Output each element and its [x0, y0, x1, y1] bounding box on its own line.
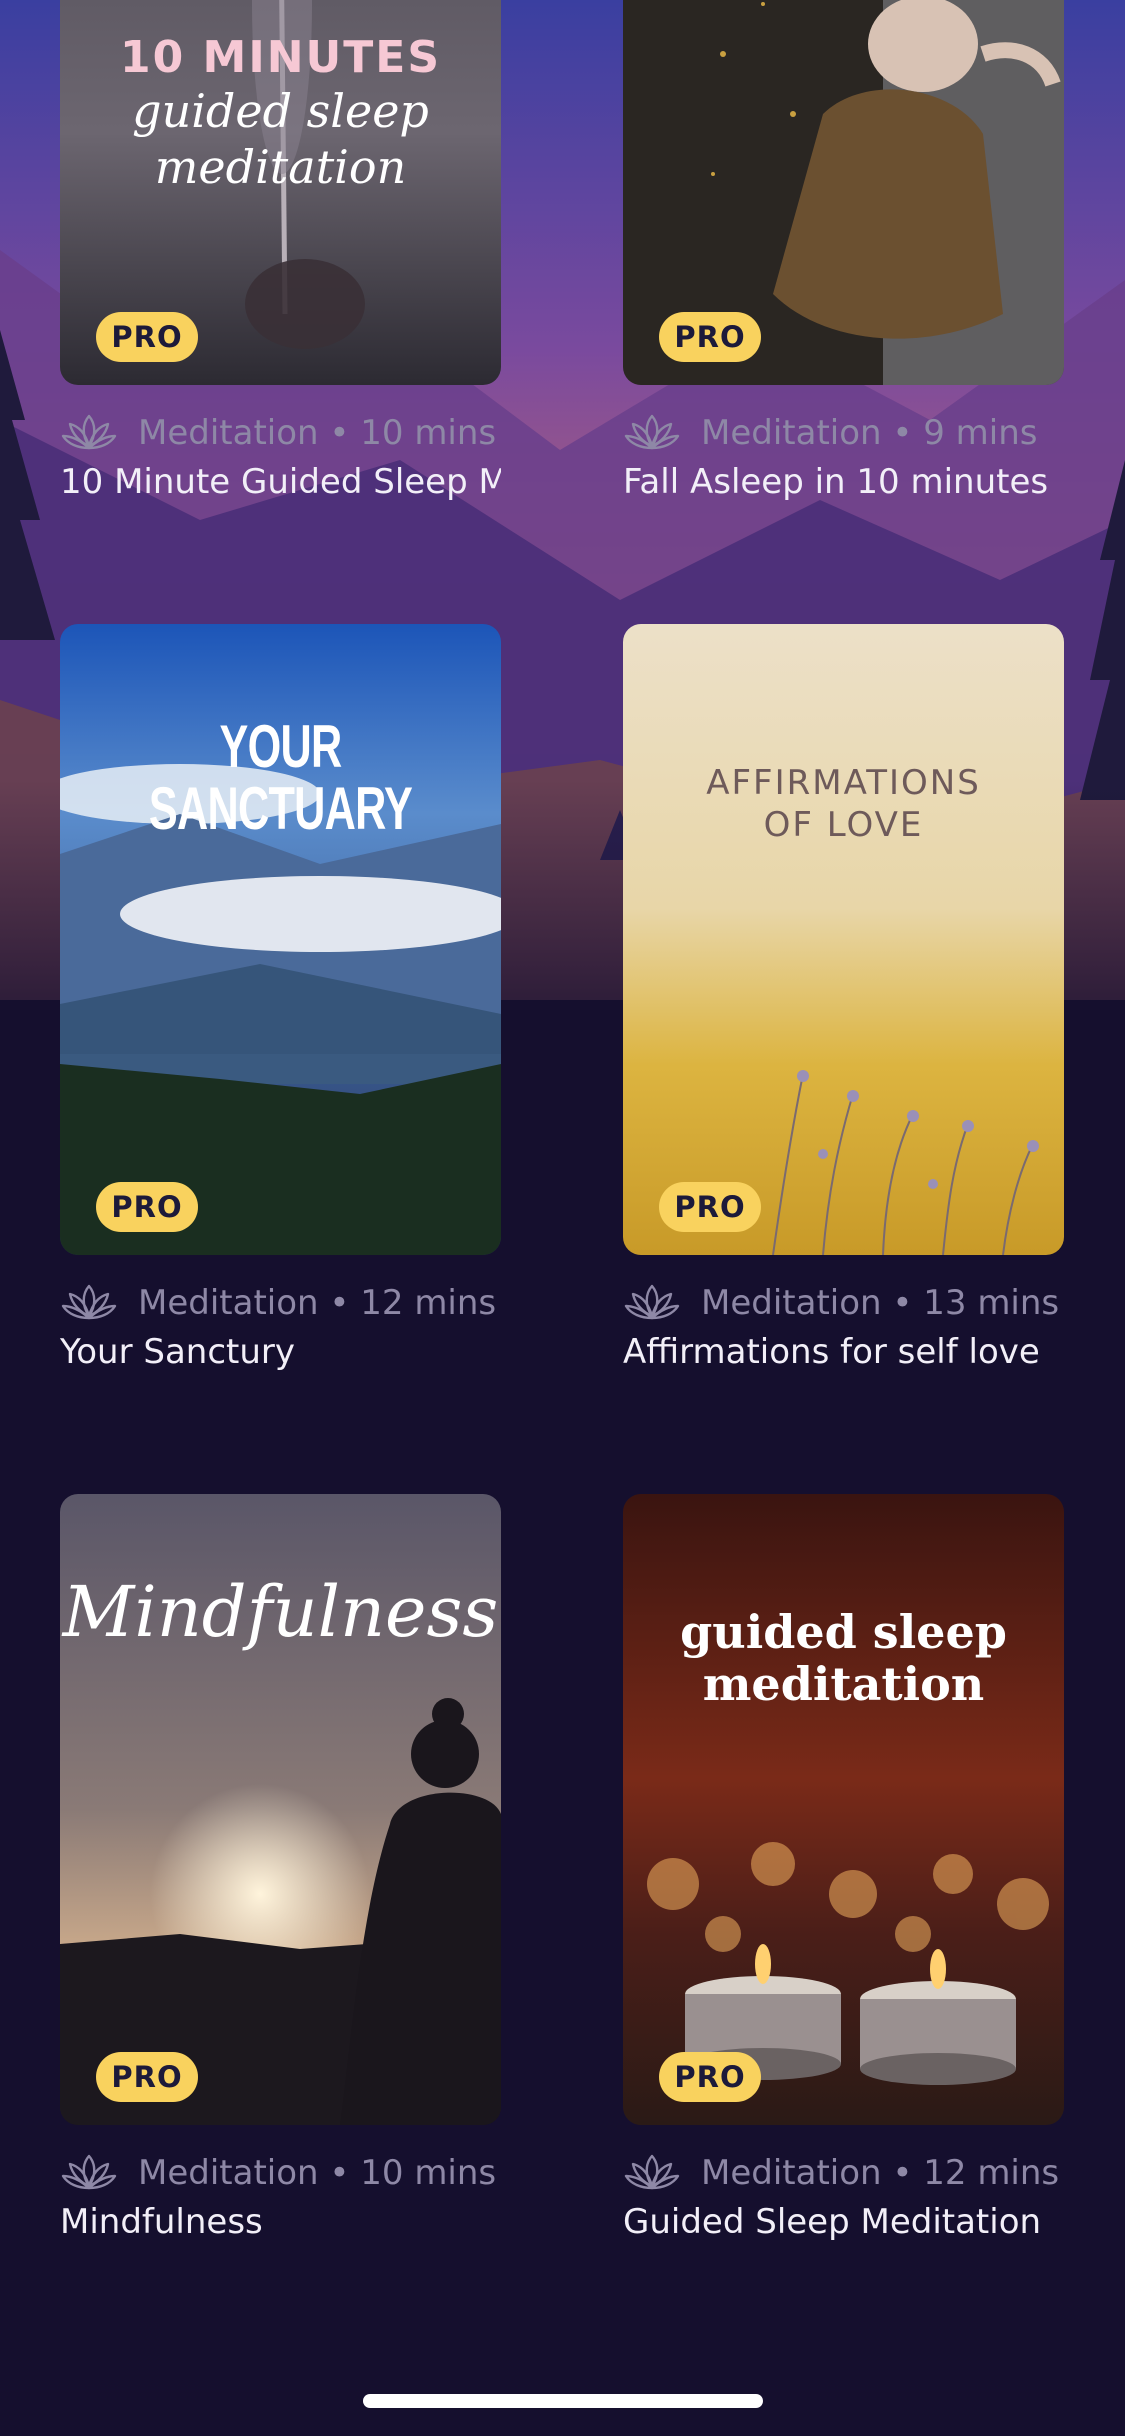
- cover-title-line: SANCTUARY: [148, 775, 413, 842]
- cover-title-line: guided sleep: [680, 1605, 1007, 1659]
- cover-image-candles: [623, 1494, 1064, 2125]
- pro-badge: PRO: [659, 2052, 761, 2102]
- lotus-icon: [624, 2154, 680, 2190]
- cover-title: 10 MINUTES guided sleep meditation: [60, 32, 501, 195]
- cover-title: YOUR SANCTUARY: [60, 716, 501, 840]
- cover-title-line: Mindfulness: [62, 1571, 499, 1653]
- pro-badge: PRO: [96, 1182, 198, 1232]
- card-cover[interactable]: AFFIRMATIONS OF LOVE PRO: [623, 624, 1064, 1255]
- card-title[interactable]: Affirmations for self love: [623, 1332, 1064, 1372]
- meditation-card[interactable]: PRO Meditation • 9 mins Fall Asleep in 1…: [623, 0, 1064, 502]
- lotus-icon: [61, 414, 117, 450]
- pro-badge: PRO: [659, 1182, 761, 1232]
- card-title[interactable]: Guided Sleep Meditation: [623, 2202, 1064, 2242]
- card-cover[interactable]: 10 MINUTES guided sleep meditation PRO: [60, 0, 501, 385]
- pro-badge: PRO: [659, 312, 761, 362]
- meditation-card[interactable]: Mindfulness PRO Meditation • 10 mins Min…: [60, 1494, 501, 2242]
- card-title[interactable]: 10 Minute Guided Sleep M: [60, 462, 501, 502]
- cover-title-line: meditation: [154, 140, 407, 194]
- cover-title-line: YOUR: [219, 713, 343, 780]
- card-meta: Meditation • 12 mins: [60, 1275, 496, 1331]
- card-meta-text: Meditation • 12 mins: [138, 1283, 497, 1323]
- home-indicator[interactable]: [363, 2394, 763, 2408]
- card-cover[interactable]: PRO: [623, 0, 1064, 385]
- meditation-card[interactable]: AFFIRMATIONS OF LOVE PRO Meditation • 13…: [623, 624, 1064, 1372]
- cover-title-line: meditation: [702, 1657, 985, 1711]
- cover-title-line: OF LOVE: [763, 805, 924, 845]
- cover-title: AFFIRMATIONS OF LOVE: [623, 762, 1064, 846]
- card-title[interactable]: Fall Asleep in 10 minutes: [623, 462, 1064, 502]
- meditation-card[interactable]: YOUR SANCTUARY PRO Meditation • 12 mins …: [60, 624, 501, 1372]
- card-meta: Meditation • 9 mins: [623, 405, 1038, 461]
- cover-image-yellow-wall-flowers: [623, 624, 1064, 1255]
- card-title[interactable]: Mindfulness: [60, 2202, 501, 2242]
- card-meta-text: Meditation • 13 mins: [701, 1283, 1060, 1323]
- cover-title: Mindfulness: [60, 1572, 501, 1652]
- lotus-icon: [624, 1284, 680, 1320]
- card-cover[interactable]: guided sleep meditation PRO: [623, 1494, 1064, 2125]
- card-meta-text: Meditation • 10 mins: [138, 413, 497, 453]
- card-title[interactable]: Your Sanctury: [60, 1332, 501, 1372]
- cover-title-line: AFFIRMATIONS: [706, 763, 981, 803]
- meditation-card[interactable]: 10 MINUTES guided sleep meditation PRO M…: [60, 0, 501, 502]
- card-cover[interactable]: YOUR SANCTUARY PRO: [60, 624, 501, 1255]
- lotus-icon: [61, 1284, 117, 1320]
- card-cover[interactable]: Mindfulness PRO: [60, 1494, 501, 2125]
- card-meta: Meditation • 10 mins: [60, 405, 496, 461]
- lotus-icon: [624, 414, 680, 450]
- meditation-card[interactable]: guided sleep meditation PRO Meditation •…: [623, 1494, 1064, 2242]
- cover-title: guided sleep meditation: [623, 1606, 1064, 1710]
- card-meta-text: Meditation • 10 mins: [138, 2153, 497, 2193]
- card-meta: Meditation • 12 mins: [623, 2145, 1059, 2201]
- meditation-grid: 10 MINUTES guided sleep meditation PRO M…: [0, 0, 1125, 2436]
- card-meta: Meditation • 13 mins: [623, 1275, 1059, 1331]
- pro-badge: PRO: [96, 2052, 198, 2102]
- cover-title-line: guided sleep: [132, 84, 429, 138]
- card-meta: Meditation • 10 mins: [60, 2145, 496, 2201]
- lotus-icon: [61, 2154, 117, 2190]
- cover-title-line: 10 MINUTES: [119, 32, 442, 83]
- card-meta-text: Meditation • 12 mins: [701, 2153, 1060, 2193]
- pro-badge: PRO: [96, 312, 198, 362]
- card-meta-text: Meditation • 9 mins: [701, 413, 1038, 453]
